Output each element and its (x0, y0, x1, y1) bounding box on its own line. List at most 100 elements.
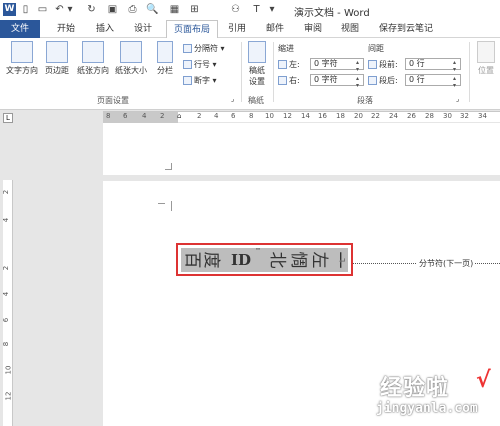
ruler-number: 16 (318, 112, 327, 120)
print-preview-icon[interactable]: 🔍 (146, 3, 159, 16)
orientation-label: 纸张方向 (77, 66, 109, 75)
spacing-label: 间距 (368, 44, 384, 53)
ribbon-tabs: 文件 开始 插入 设计 页面布局 引用 邮件 审阅 视图 保存到云笔记 (0, 20, 500, 39)
orientation-icon (82, 41, 104, 63)
selected-vertical-text[interactable]: 百 度 ID ¨ 北 惆 左 一 ↵ (176, 243, 353, 276)
table-icon[interactable]: ▦ (168, 3, 181, 16)
tab-home[interactable]: 开始 (49, 20, 83, 38)
horizontal-ruler[interactable]: 8 6 4 2 ⌂ 2 4 6 8 10 12 14 16 18 20 22 2… (103, 111, 500, 123)
text-icon[interactable]: T (250, 3, 263, 16)
orientation-button[interactable]: 纸张方向 (75, 41, 111, 76)
tab-file[interactable]: 文件 (0, 20, 40, 38)
text-selection-highlight: 百 度 ID ¨ 北 惆 左 一 (181, 248, 349, 272)
undo-dropdown-icon[interactable]: ▾ (66, 3, 74, 16)
tab-page-layout[interactable]: 页面布局 (166, 20, 218, 39)
watermark-url: jingyanla.com (376, 401, 478, 416)
crop-mark (165, 201, 172, 211)
separator (273, 42, 274, 102)
spacing-before-icon (368, 60, 377, 69)
ruler-number: 4 (214, 112, 219, 120)
position-button[interactable]: 位置 (474, 41, 498, 76)
ruler-number: 28 (425, 112, 434, 120)
tab-save-to-cloud-notes[interactable]: 保存到云笔记 (370, 20, 442, 38)
draft-paper-label-line1: 稿纸 (249, 66, 265, 75)
spacing-before-label: 段前: (368, 59, 398, 70)
line-numbers-button[interactable]: 行号 ▾ (183, 59, 217, 70)
binoculars-icon[interactable]: ⚇ (229, 3, 242, 16)
separator (469, 42, 470, 102)
indent-right-label: 右: (278, 75, 300, 86)
draft-group-label: 稿纸 (248, 96, 264, 105)
word-logo-icon[interactable]: W (3, 3, 16, 16)
text-direction-icon (11, 41, 33, 63)
ruler-number: 22 (371, 112, 380, 120)
columns-icon (157, 41, 173, 63)
ruler-number: 32 (460, 112, 469, 120)
grid-icon[interactable]: ⊞ (188, 3, 201, 16)
margins-button[interactable]: 页边距 (42, 41, 72, 76)
tab-insert[interactable]: 插入 (88, 20, 122, 38)
indent-label: 缩进 (278, 44, 294, 53)
document-page-previous[interactable] (103, 123, 500, 175)
tab-mailings[interactable]: 邮件 (260, 20, 290, 38)
ruler-number: 2 (197, 112, 202, 120)
ruler-number: 34 (478, 112, 487, 120)
hyphenation-icon (183, 76, 192, 85)
tab-references[interactable]: 引用 (222, 20, 252, 38)
ribbon-page-layout: 文字方向 页边距 纸张方向 纸张大小 分栏 分隔符 ▾ 行号 ▾ 断字 ▾ 页面… (0, 38, 500, 110)
watermark-check: √ (476, 368, 491, 393)
indent-marker-icon[interactable]: ⌂ (177, 112, 181, 120)
undo-icon[interactable]: ↶ (53, 3, 66, 16)
open-icon[interactable]: ▭ (36, 3, 49, 16)
crop-mark (158, 203, 165, 210)
tab-view[interactable]: 视图 (335, 20, 365, 38)
new-doc-icon[interactable]: ▯ (19, 3, 32, 16)
ruler-number: 2 (2, 189, 11, 195)
indent-left-label: 左: (278, 59, 300, 70)
margins-label: 页边距 (45, 66, 69, 75)
text-direction-button[interactable]: 文字方向 (4, 41, 40, 76)
paragraph-mark-icon: ↵ (339, 257, 347, 267)
tab-review[interactable]: 审阅 (298, 20, 328, 38)
ruler-number: 10 (265, 112, 274, 120)
ruler-number: 8 (249, 112, 254, 120)
spacing-before-input[interactable]: 0 行 (405, 58, 461, 73)
ruler-number: 4 (142, 112, 147, 120)
spacing-after-label: 段后: (368, 75, 398, 86)
draft-paper-button[interactable]: 稿纸 设置 (245, 41, 269, 87)
vertical-ruler[interactable]: 2 4 2 4 6 8 10 12 (2, 180, 13, 426)
ruler-number: 6 (123, 112, 128, 120)
paragraph-group-label: 段落 (357, 96, 373, 105)
redo-icon[interactable]: ↻ (85, 3, 98, 16)
spacing-after-input[interactable]: 0 行 (405, 74, 461, 89)
separator (241, 42, 242, 102)
tab-design[interactable]: 设计 (126, 20, 160, 38)
position-icon (477, 41, 495, 63)
print-icon[interactable]: ⎙ (126, 3, 139, 16)
line-numbers-icon (183, 60, 192, 69)
margins-icon (46, 41, 68, 63)
breaks-button[interactable]: 分隔符 ▾ (183, 43, 225, 54)
columns-button[interactable]: 分栏 (154, 41, 176, 76)
ruler-number: 8 (106, 112, 111, 120)
customize-qat-icon[interactable]: ▾ (268, 3, 276, 16)
ruler-number: 2 (2, 265, 11, 271)
save-icon[interactable]: ▣ (106, 3, 119, 16)
indent-left-input[interactable]: 0 字符 (310, 58, 364, 73)
crop-mark (165, 163, 172, 170)
page-setup-group-label: 页面设置 (97, 96, 129, 105)
watermark: 经验啦 √ jingyanla.com (352, 368, 500, 426)
indent-right-icon (278, 76, 287, 85)
text-direction-label: 文字方向 (6, 66, 38, 75)
hyphenation-button[interactable]: 断字 ▾ (183, 75, 217, 86)
paragraph-launcher-icon[interactable]: ⌟ (456, 95, 459, 103)
ruler-number: 24 (389, 112, 398, 120)
page-setup-launcher-icon[interactable]: ⌟ (231, 95, 234, 103)
watermark-main-text: 经验啦 (380, 376, 450, 401)
tab-selector[interactable]: L (3, 113, 13, 123)
indent-right-input[interactable]: 0 字符 (310, 74, 364, 89)
size-button[interactable]: 纸张大小 (113, 41, 149, 76)
ruler-number: 12 (4, 391, 13, 401)
spacing-after-icon (368, 76, 377, 85)
breaks-label: 分隔符 (194, 44, 218, 53)
